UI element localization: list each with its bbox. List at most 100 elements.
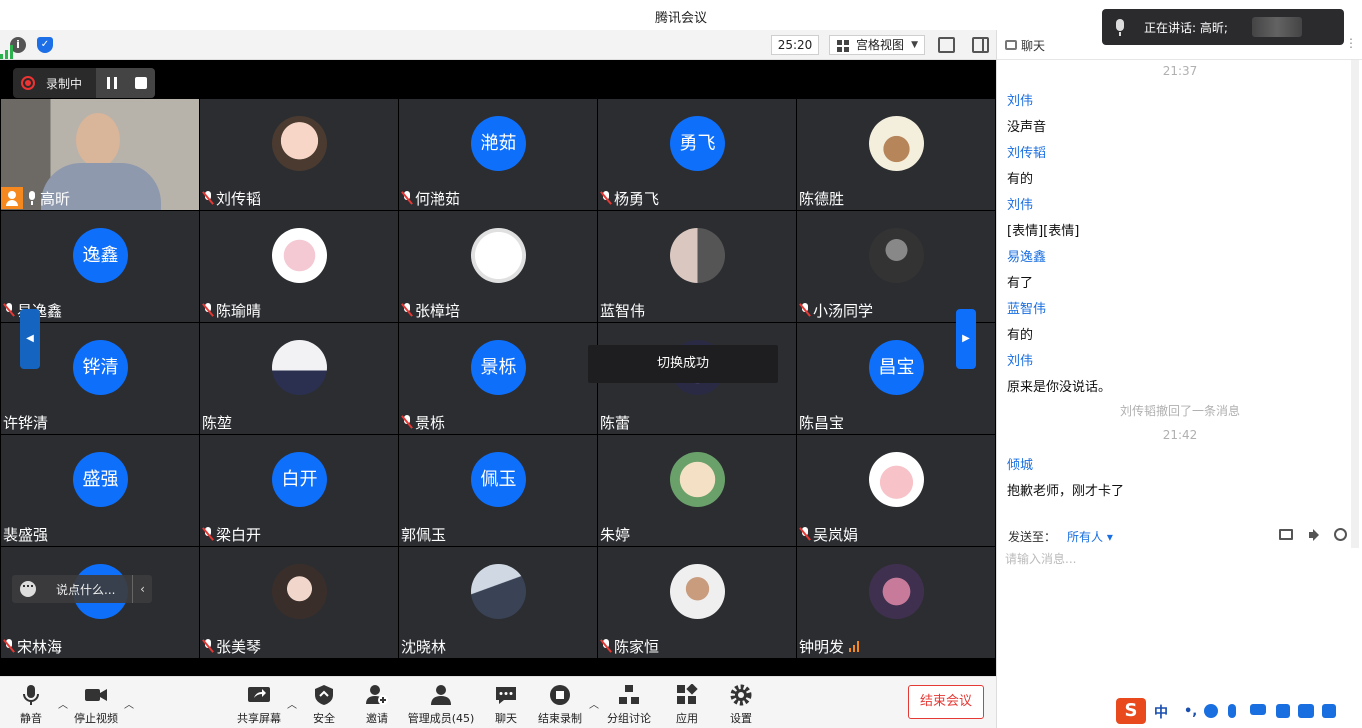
mute-button[interactable]: 静音 bbox=[10, 677, 52, 728]
avatar bbox=[471, 564, 526, 619]
video-tile[interactable]: 景栎 景栎 bbox=[399, 323, 597, 434]
settings-button[interactable]: 设置 bbox=[724, 677, 758, 728]
chat-sender[interactable]: 刘传韬 bbox=[1007, 142, 1046, 161]
video-tile[interactable]: 沈晓林 bbox=[399, 547, 597, 658]
video-tile[interactable]: 张美琴 bbox=[200, 547, 398, 658]
video-tile[interactable]: 小汤同学 bbox=[797, 211, 995, 322]
video-tile[interactable]: 刘传韬 bbox=[200, 99, 398, 210]
invite-button[interactable]: 邀请 bbox=[358, 677, 396, 728]
mic-muted-icon bbox=[401, 191, 413, 205]
video-tile[interactable]: 逸鑫易逸鑫 bbox=[1, 211, 199, 322]
speak-hint-bar[interactable]: 说点什么... ‹ bbox=[12, 575, 152, 603]
video-tile[interactable]: 陈堃 bbox=[200, 323, 398, 434]
view-mode-dropdown[interactable]: 宫格视图 ▼ bbox=[829, 35, 925, 55]
recording-label: 录制中 bbox=[46, 77, 83, 91]
chat-sender[interactable]: 倾城 bbox=[1007, 454, 1033, 473]
participant-name-row: 沈晓林 bbox=[399, 634, 446, 658]
video-tile[interactable]: 盛强 裴盛强 bbox=[1, 435, 199, 546]
video-tile[interactable]: 朱婷 bbox=[598, 435, 796, 546]
emoji-icon[interactable] bbox=[20, 581, 36, 597]
chat-sender[interactable]: 刘伟 bbox=[1007, 90, 1033, 109]
more-icon[interactable]: ⋮ bbox=[1345, 36, 1357, 50]
mic-muted-icon bbox=[202, 527, 214, 541]
video-tile[interactable]: 高昕 bbox=[1, 99, 199, 210]
avatar: 铧清 bbox=[73, 340, 128, 395]
video-tile[interactable]: 张樟培 bbox=[399, 211, 597, 322]
chat-sender[interactable]: 刘伟 bbox=[1007, 350, 1033, 369]
mic-muted-icon bbox=[799, 303, 811, 317]
keyboard-icon[interactable] bbox=[1250, 704, 1266, 715]
participant-name: 陈家恒 bbox=[614, 637, 660, 656]
avatar: 白开 bbox=[272, 452, 327, 507]
participant-name: 杨勇飞 bbox=[614, 189, 660, 208]
folder-icon[interactable] bbox=[1279, 529, 1293, 540]
avatar bbox=[272, 228, 327, 283]
fullscreen-icon[interactable] bbox=[938, 37, 955, 53]
chat-button[interactable]: 聊天 bbox=[490, 677, 522, 728]
sogou-logo-icon[interactable]: S bbox=[1116, 698, 1146, 724]
emoji-icon[interactable] bbox=[1204, 704, 1218, 718]
send-to-dropdown[interactable]: 所有人 ▾ bbox=[1067, 528, 1113, 545]
grid-next-button[interactable]: ▶ bbox=[956, 309, 976, 369]
video-tile[interactable]: 陈德胜 bbox=[797, 99, 995, 210]
security-label: 安全 bbox=[313, 712, 335, 725]
mute-options-caret[interactable]: ︿ bbox=[58, 696, 68, 711]
chevron-down-icon: ▼ bbox=[911, 40, 918, 50]
video-tile[interactable]: 蓝智伟 bbox=[598, 211, 796, 322]
participant-name-row: 陈德胜 bbox=[797, 186, 844, 210]
mic-muted-icon bbox=[3, 639, 15, 653]
video-tile[interactable]: 滟茹 何滟茹 bbox=[399, 99, 597, 210]
participant-name: 小汤同学 bbox=[813, 301, 874, 320]
video-tile[interactable]: 陈家恒 bbox=[598, 547, 796, 658]
participant-name: 许铧清 bbox=[3, 413, 49, 432]
share-options-caret[interactable]: ︿ bbox=[287, 696, 297, 711]
chat-sender[interactable]: 蓝智伟 bbox=[1007, 298, 1046, 317]
recording-bar: 录制中 bbox=[13, 68, 155, 98]
chat-scrollbar[interactable] bbox=[1351, 60, 1359, 548]
record-options-caret[interactable]: ︿ bbox=[589, 696, 599, 711]
speaker-icon[interactable] bbox=[1309, 529, 1321, 541]
chat-input[interactable] bbox=[1005, 550, 1351, 700]
toolbox-icon[interactable] bbox=[1322, 704, 1336, 718]
chat-sender[interactable]: 易逸鑫 bbox=[1007, 246, 1046, 265]
participant-name-row: 陈蕾 bbox=[598, 410, 630, 434]
video-tile[interactable]: 白开 梁白开 bbox=[200, 435, 398, 546]
chat-message: 原来是你没说话。 bbox=[1007, 380, 1112, 395]
mute-label: 静音 bbox=[20, 712, 42, 725]
video-button[interactable]: 停止视频 bbox=[70, 677, 122, 728]
participant-name: 钟明发 bbox=[799, 637, 845, 656]
security-button[interactable]: 安全 bbox=[306, 677, 342, 728]
voice-icon[interactable] bbox=[1228, 704, 1236, 718]
participant-name-row: 陈瑜晴 bbox=[200, 298, 261, 322]
video-tile[interactable]: 勇飞 杨勇飞 bbox=[598, 99, 796, 210]
end-meeting-button[interactable]: 结束会议 bbox=[908, 685, 984, 719]
ime-mode[interactable]: 中 bbox=[1154, 702, 1168, 722]
skin-icon[interactable] bbox=[1298, 704, 1314, 718]
share-screen-button[interactable]: 共享屏幕 bbox=[234, 677, 284, 728]
breakout-button[interactable]: 分组讨论 bbox=[604, 677, 654, 728]
manage-members-button[interactable]: 管理成员(45) bbox=[406, 677, 476, 728]
microphone-icon bbox=[20, 684, 42, 706]
mic-muted-icon bbox=[401, 415, 413, 429]
grid-prev-button[interactable]: ◀ bbox=[20, 309, 40, 369]
chevron-left-icon[interactable]: ‹ bbox=[132, 575, 152, 603]
user-settings-icon[interactable] bbox=[1334, 528, 1347, 541]
shield-icon[interactable]: ✓ bbox=[37, 37, 53, 53]
stop-icon[interactable] bbox=[135, 77, 147, 89]
video-tile[interactable]: 佩玉 郭佩玉 bbox=[399, 435, 597, 546]
video-options-caret[interactable]: ︿ bbox=[124, 696, 134, 711]
video-tile[interactable]: 钟明发 bbox=[797, 547, 995, 658]
chat-message: 抱歉老师，刚才卡了 bbox=[1007, 484, 1125, 499]
user-icon[interactable] bbox=[1276, 704, 1290, 718]
participant-name-row: 何滟茹 bbox=[399, 186, 460, 210]
video-tile[interactable]: 陈瑜晴 bbox=[200, 211, 398, 322]
pause-icon[interactable] bbox=[107, 77, 117, 89]
send-target-row: 发送至： 所有人 ▾ bbox=[997, 518, 1362, 550]
stop-record-button[interactable]: 结束录制 bbox=[536, 677, 584, 728]
video-tile[interactable]: 吴岚娟 bbox=[797, 435, 995, 546]
chat-label: 聊天 bbox=[495, 712, 517, 725]
chat-sender[interactable]: 刘伟 bbox=[1007, 194, 1033, 213]
punctuation-icon[interactable]: •, bbox=[1184, 704, 1198, 719]
sidebar-toggle-icon[interactable] bbox=[972, 37, 989, 53]
apps-button[interactable]: 应用 bbox=[670, 677, 704, 728]
